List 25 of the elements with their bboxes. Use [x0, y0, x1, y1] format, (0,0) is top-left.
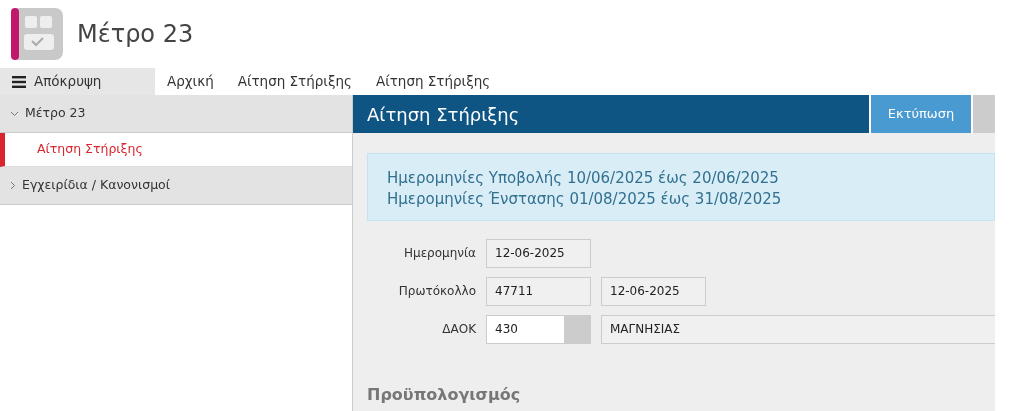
app-title: Μέτρο 23 — [77, 19, 194, 50]
app-logo — [11, 8, 63, 60]
field-label: ΔΑΟΚ — [441, 321, 476, 338]
input-field[interactable]: 12-06-2025 — [486, 238, 591, 268]
date-notice: Ημερομηνίες Υποβολής 10/06/2025 έως 20/06/2025 Ημερομηνίες Ένστασης 01/08/2025 έως 31/08/2025 — [367, 153, 995, 221]
cut-off-button[interactable] — [971, 95, 995, 133]
input-field[interactable]: 430 — [486, 314, 564, 344]
sidebar-item[interactable]: Αίτηση Στήριξης — [0, 133, 352, 167]
field-label: Ημερομηνία — [402, 245, 476, 262]
chevron-right-icon — [10, 181, 16, 190]
field-label: Πρωτόκολλο — [397, 283, 476, 300]
menu-icon — [12, 75, 26, 88]
sidebar-group[interactable]: Εγχειρίδια / Κανονισμοί — [0, 167, 352, 205]
chevron-down-icon — [10, 110, 19, 117]
section-heading: Προϋπολογισμός — [367, 384, 522, 406]
panel-title: Αίτηση Στήριξης — [353, 95, 869, 133]
sidebar-group[interactable]: Μέτρο 23 — [0, 95, 352, 133]
tab[interactable]: Αρχική — [155, 68, 226, 95]
hide-menu-button[interactable]: Απόκρυψη — [0, 68, 155, 95]
input-field[interactable]: 12-06-2025 — [601, 276, 706, 306]
input-field[interactable]: ΜΑΓΝΗΣΙΑΣ — [601, 314, 995, 344]
tab[interactable]: Αίτηση Στήριξης — [225, 68, 364, 95]
input-field[interactable]: 47711 — [486, 276, 591, 306]
lookup-button[interactable] — [564, 314, 591, 344]
tab[interactable]: Αίτηση Στήριξης — [363, 68, 503, 95]
